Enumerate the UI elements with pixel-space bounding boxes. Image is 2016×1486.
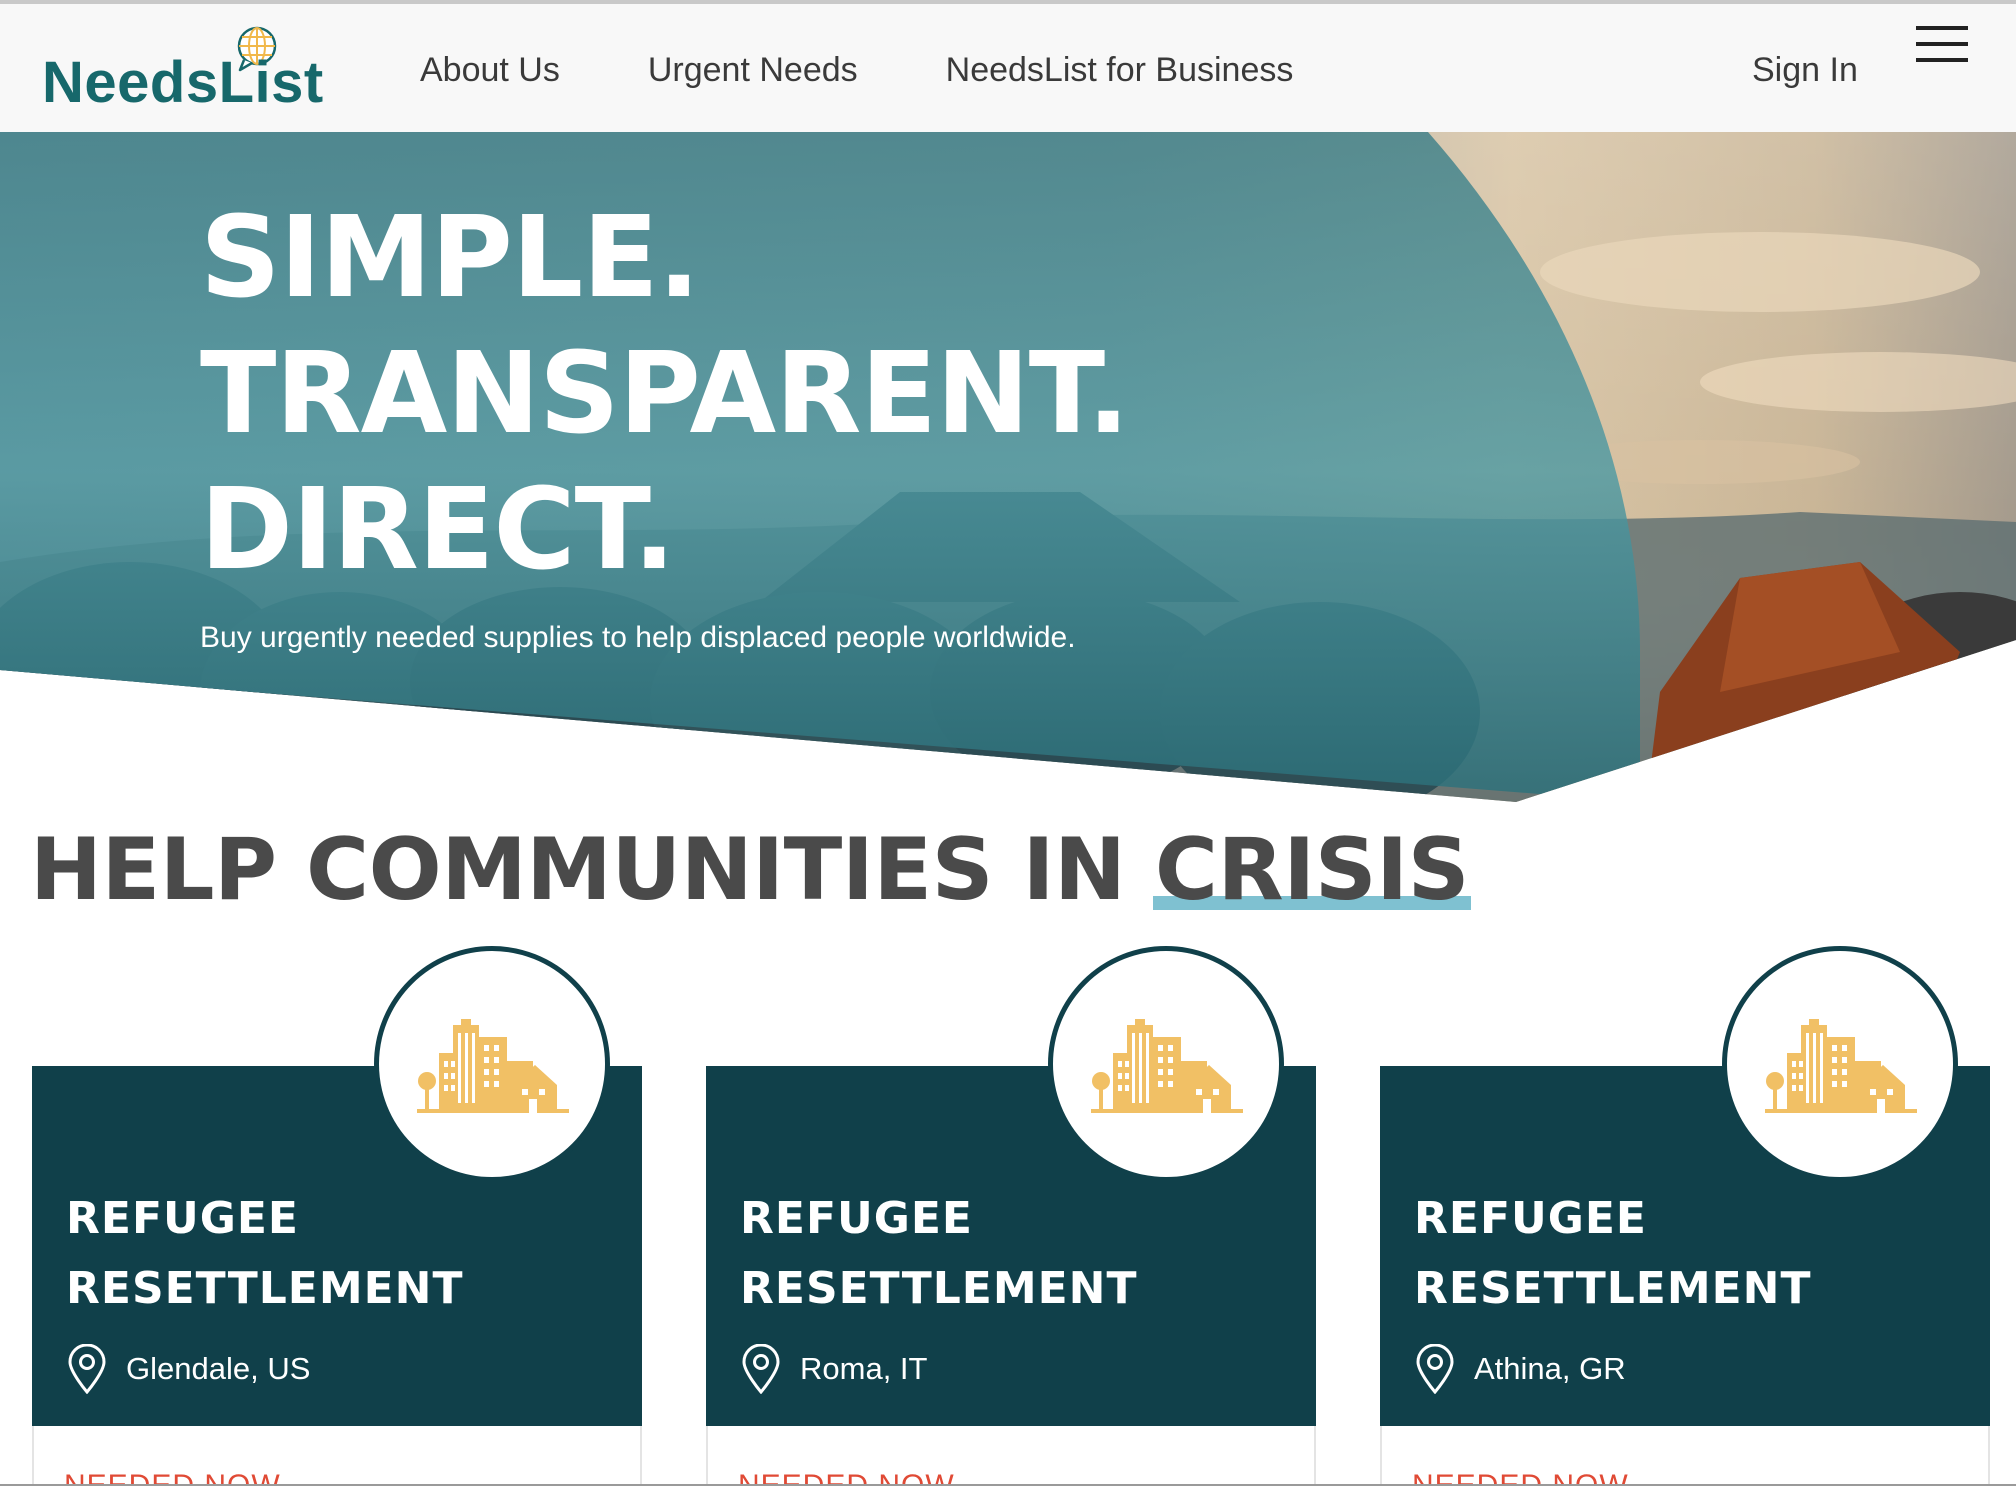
location-pin-icon bbox=[1416, 1344, 1454, 1394]
card-icon-circle bbox=[1048, 946, 1284, 1182]
card-title-line1: REFUGEE bbox=[1414, 1193, 1647, 1244]
card-title: REFUGEE RESETTLEMENT bbox=[740, 1184, 1138, 1324]
section-heading: HELP COMMUNITIES IN CRISIS bbox=[30, 818, 1472, 922]
card-header bbox=[32, 1066, 642, 1426]
card-status: NEEDED NOW bbox=[64, 1466, 281, 1484]
card-icon-circle bbox=[1722, 946, 1958, 1182]
card-status: NEEDED NOW bbox=[738, 1466, 955, 1484]
card-location-text: Roma, IT bbox=[800, 1351, 928, 1386]
card-location-text: Glendale, US bbox=[126, 1351, 311, 1386]
card-title-line2: RESETTLEMENT bbox=[1414, 1263, 1812, 1314]
card-icon-circle bbox=[374, 946, 610, 1182]
hero-line-transparent: TRANSPARENT. bbox=[200, 329, 1130, 459]
needslist-logo[interactable]: NeedsList bbox=[42, 24, 332, 124]
card-body bbox=[1380, 1426, 1990, 1484]
hamburger-menu-icon[interactable] bbox=[1916, 26, 1968, 62]
hero-direct-text: DIRECT. bbox=[200, 465, 676, 595]
card-title-line1: REFUGEE bbox=[66, 1193, 299, 1244]
card-header bbox=[706, 1066, 1316, 1426]
city-buildings-icon bbox=[1765, 1019, 1917, 1113]
crisis-card[interactable]: REFUGEE RESETTLEMENT Roma, IT NEEDED NOW bbox=[706, 946, 1316, 1484]
logo-text: NeedsList bbox=[42, 50, 324, 115]
hero-line-direct: DIRECT. bbox=[196, 462, 679, 598]
nav-needslist-for-business[interactable]: NeedsList for Business bbox=[946, 48, 1294, 92]
card-header bbox=[1380, 1066, 1990, 1426]
hero-subtitle: Buy urgently needed supplies to help dis… bbox=[200, 621, 1076, 654]
card-title-line2: RESETTLEMENT bbox=[740, 1263, 1138, 1314]
card-location: Glendale, US bbox=[66, 1344, 310, 1394]
crisis-text: CRISIS bbox=[1154, 820, 1470, 920]
sign-in-link[interactable]: Sign In bbox=[1752, 48, 1858, 92]
crisis-card[interactable]: REFUGEE RESETTLEMENT Athina, GR NEEDED N… bbox=[1380, 946, 1990, 1484]
nav-urgent-needs[interactable]: Urgent Needs bbox=[648, 48, 858, 92]
location-pin-icon bbox=[68, 1344, 106, 1394]
card-body bbox=[32, 1426, 642, 1484]
hero-headline: SIMPLE. TRANSPARENT. DIRECT. bbox=[196, 190, 1130, 598]
card-location: Roma, IT bbox=[740, 1344, 927, 1394]
card-location-text: Athina, GR bbox=[1474, 1351, 1626, 1386]
crisis-card[interactable]: REFUGEE RESETTLEMENT Glendale, US NEEDED… bbox=[32, 946, 642, 1484]
hero-banner: SIMPLE. TRANSPARENT. DIRECT. Buy urgentl… bbox=[0, 132, 2016, 812]
card-title-line2: RESETTLEMENT bbox=[66, 1263, 464, 1314]
card-body bbox=[706, 1426, 1316, 1484]
hero-line-simple: SIMPLE. bbox=[200, 193, 700, 323]
main-nav: About Us Urgent Needs NeedsList for Busi… bbox=[420, 48, 1293, 92]
card-status: NEEDED NOW bbox=[1412, 1466, 1629, 1484]
card-title: REFUGEE RESETTLEMENT bbox=[66, 1184, 464, 1324]
nav-about-us[interactable]: About Us bbox=[420, 48, 560, 92]
section-heading-prefix: HELP COMMUNITIES IN bbox=[30, 820, 1155, 920]
card-location: Athina, GR bbox=[1414, 1344, 1626, 1394]
card-title: REFUGEE RESETTLEMENT bbox=[1414, 1184, 1812, 1324]
site-header: NeedsList About Us Urgent Needs NeedsLis… bbox=[0, 4, 2016, 132]
section-heading-highlight: CRISIS bbox=[1152, 818, 1472, 922]
card-title-line1: REFUGEE bbox=[740, 1193, 973, 1244]
city-buildings-icon bbox=[1091, 1019, 1243, 1113]
city-buildings-icon bbox=[417, 1019, 569, 1113]
location-pin-icon bbox=[742, 1344, 780, 1394]
